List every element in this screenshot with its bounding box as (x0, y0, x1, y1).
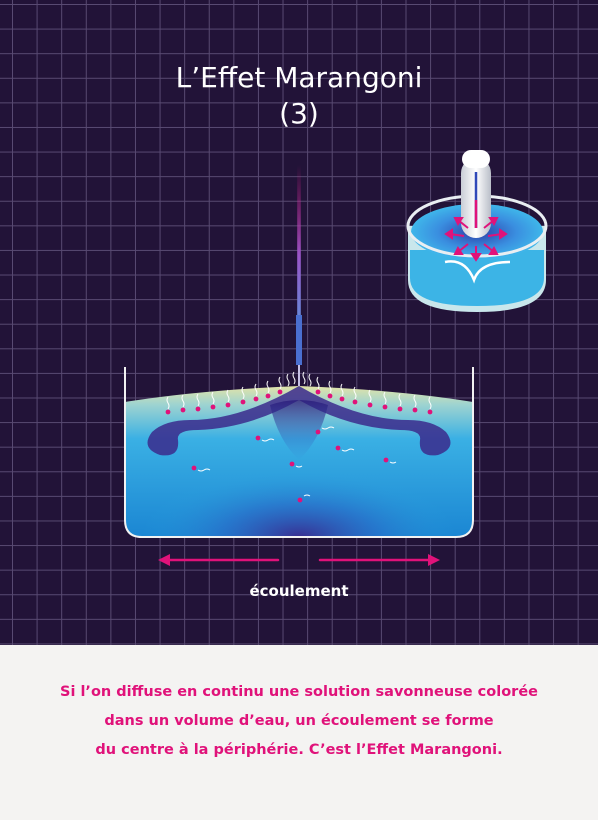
page: L’Effet Marangoni (3) écoulement Si l’on… (0, 0, 598, 820)
flow-arrow-icon (158, 554, 440, 566)
marangoni-diagram (124, 150, 548, 566)
illustration-panel: L’Effet Marangoni (3) écoulement (0, 0, 598, 645)
petri-dish-icon (406, 150, 548, 312)
caption-line-3: du centre à la périphérie. C’est l’Effet… (95, 742, 503, 758)
caption-line-1: Si l’on diffuse en continu une solution … (60, 684, 538, 700)
beaker (124, 367, 474, 538)
caption: Si l’on diffuse en continu une solution … (30, 678, 568, 765)
caption-line-2: dans un volume d’eau, un écoulement se f… (104, 713, 494, 729)
flow-label: écoulement (249, 582, 349, 600)
dropper-needle-icon (296, 165, 302, 387)
